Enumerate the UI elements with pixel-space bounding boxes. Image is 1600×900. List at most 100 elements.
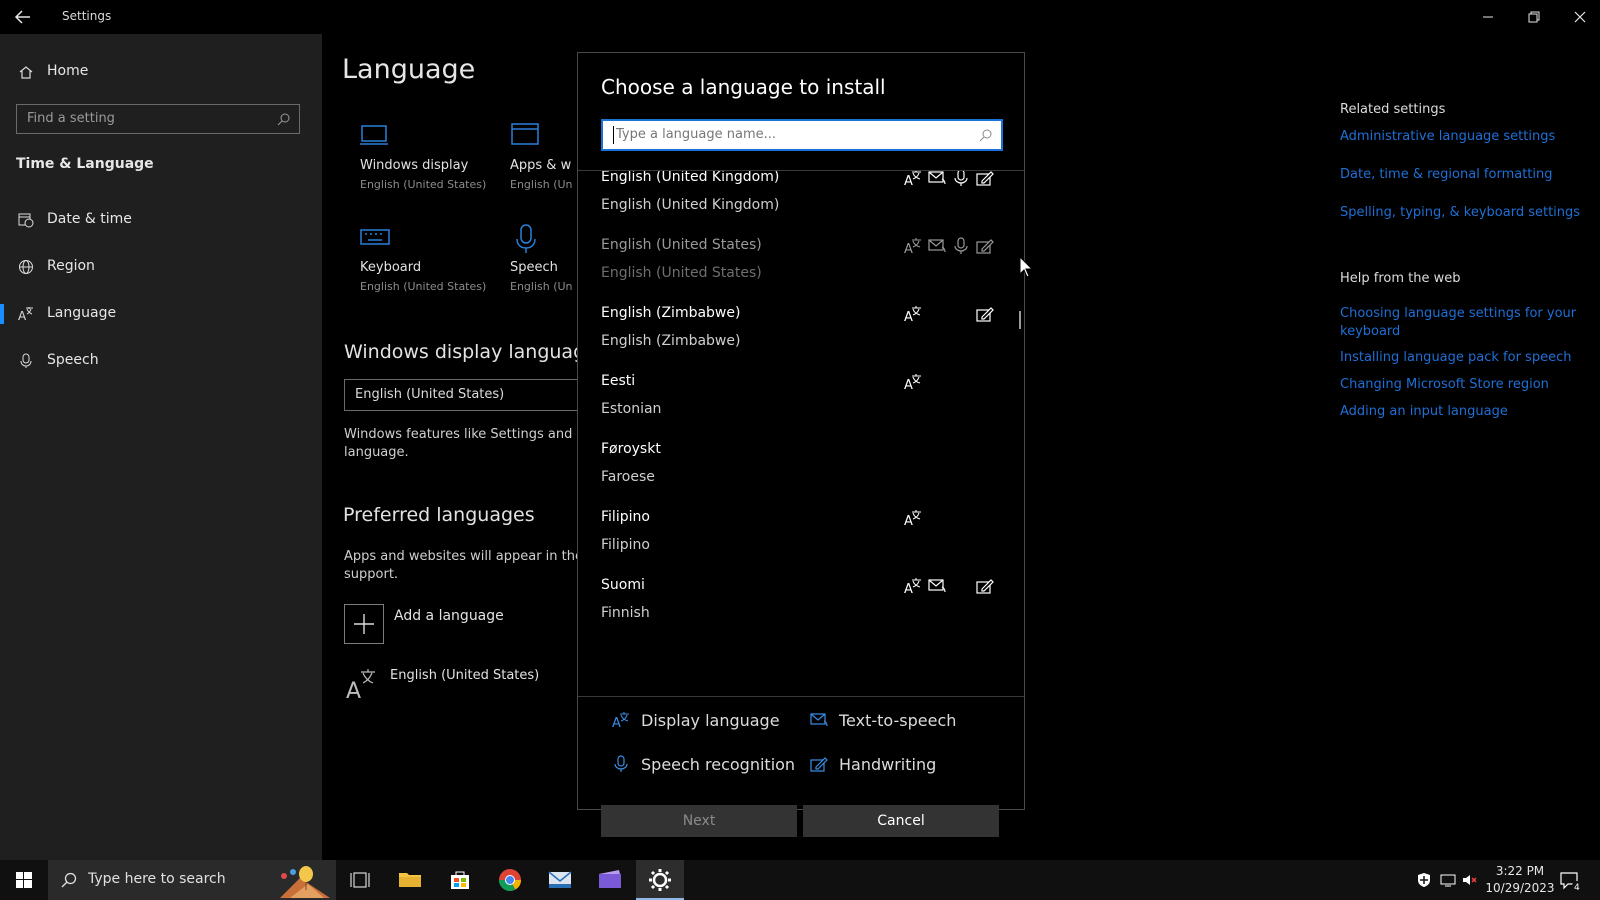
restore-button[interactable] [1522,6,1546,28]
link-language-pack-speech[interactable]: Installing language pack for speech [1340,350,1571,365]
svg-text:A: A [904,378,913,391]
list-item[interactable]: Eesti Estonian A [578,373,1024,441]
network-icon[interactable] [1440,872,1456,888]
display-language-desc: Windows features like Settings and Fil l… [344,426,590,462]
preferred-language-name[interactable]: English (United States) [390,668,539,683]
handwriting-icon [976,577,994,595]
chrome-button[interactable] [486,860,534,900]
settings-app-button[interactable] [636,860,684,900]
window-icon [510,122,540,148]
list-item[interactable]: English (United States) English (United S… [578,237,1024,305]
sidebar-item-region[interactable]: Region [0,251,322,283]
tile-speech[interactable]: Speech English (Uni [472,218,572,308]
add-language-label[interactable]: Add a language [394,608,504,624]
display-language-dropdown[interactable]: English (United States) [344,379,584,411]
display-language-heading: Windows display language [344,341,597,363]
sidebar-item-speech[interactable]: Speech [0,345,322,377]
minimize-button[interactable] [1476,6,1500,28]
language-english-name: Filipino [601,537,650,553]
home-icon [18,64,34,80]
language-english-name: Estonian [601,401,662,417]
link-choosing-language-settings-cont[interactable]: keyboard [1340,324,1400,339]
display-language-icon: A [904,373,922,391]
section-title: Time & Language [16,156,154,172]
sidebar-item-label: Region [47,258,95,274]
language-icon: A [18,306,34,322]
task-view-button[interactable] [336,860,384,900]
language-native-name: Eesti [601,373,636,389]
sidebar-item-home[interactable]: Home [0,56,322,88]
svg-text:A: A [904,242,913,255]
legend-label: Display language [641,711,780,730]
action-center-button[interactable]: 4 [1560,871,1582,891]
page-title: Language [342,54,476,85]
scrollbar-thumb[interactable] [1019,311,1021,329]
volume-muted-icon[interactable] [1462,872,1478,888]
close-button[interactable] [1568,6,1592,28]
tile-name: Keyboard [360,260,422,275]
clock-calendar-icon [18,212,34,228]
preferred-languages-heading: Preferred languages [343,504,535,526]
clapperboard-icon [599,870,621,888]
svg-text:A: A [18,309,27,322]
back-arrow-icon[interactable] [12,6,34,28]
next-button[interactable]: Next [601,805,797,837]
system-clock[interactable]: 3:22 PM 10/29/2023 [1482,863,1558,897]
language-native-name: English (United Kingdom) [601,171,780,185]
language-native-name: Suomi [601,577,645,593]
tile-subtitle: English (Uni [510,178,572,191]
notification-count: 4 [1574,883,1580,891]
list-item[interactable]: Suomi Finnish A [578,577,1024,645]
link-spelling-typing[interactable]: Spelling, typing, & keyboard settings [1340,205,1580,220]
tile-keyboard[interactable]: Keyboard English (United States) [322,218,486,308]
add-language-button[interactable] [344,604,384,644]
svg-text:A: A [612,716,621,729]
file-explorer-button[interactable] [386,860,434,900]
tile-name: Windows display [360,158,469,173]
list-item[interactable]: English (Zimbabwe) English (Zimbabwe) A [578,305,1024,373]
list-item[interactable]: Føroyskt Faroese [578,441,1024,509]
defender-shield-icon[interactable] [1416,872,1432,888]
keyboard-icon [360,224,390,250]
legend-label: Handwriting [839,755,937,774]
gear-icon [649,869,671,891]
divider [578,696,1024,697]
language-search-input[interactable]: Type a language name... [601,119,1003,151]
chrome-icon [499,869,521,891]
text-to-speech-icon [928,171,946,187]
speech-recognition-icon [612,755,630,773]
text-caret [613,126,614,144]
list-item[interactable]: English (United Kingdom) English (United … [578,171,1024,237]
tile-name: Speech [510,260,558,275]
find-setting-input[interactable]: Find a setting [16,104,300,134]
display-language-icon: A [904,509,922,527]
language-native-name: English (United States) [601,237,762,253]
link-choosing-language-settings[interactable]: Choosing language settings for your [1340,306,1576,321]
list-item[interactable]: Filipino Filipino A [578,509,1024,577]
handwriting-icon [976,305,994,323]
legend-label: Speech recognition [641,755,796,774]
tile-apps-websites[interactable]: Apps & we English (Uni [472,116,572,206]
start-button[interactable] [0,860,48,900]
tile-name: Apps & we [510,158,572,173]
svg-text:A: A [904,310,913,323]
sidebar-item-date-time[interactable]: Date & time [0,204,322,236]
link-administrative-language[interactable]: Administrative language settings [1340,129,1555,144]
mail-app-button[interactable] [536,860,584,900]
link-date-time-formatting[interactable]: Date, time & regional formatting [1340,167,1553,182]
microsoft-store-button[interactable] [436,860,484,900]
microphone-icon [512,224,542,253]
legend-label: Text-to-speech [839,711,957,730]
tile-windows-display[interactable]: Windows display English (United States) [322,116,486,206]
taskbar-search-box[interactable]: Type here to search [48,860,336,900]
link-adding-input-language[interactable]: Adding an input language [1340,404,1508,419]
link-store-region[interactable]: Changing Microsoft Store region [1340,377,1549,392]
folder-icon [399,873,421,887]
sidebar-item-language[interactable]: A Language [0,298,322,330]
language-english-name: English (Zimbabwe) [601,333,741,349]
text-to-speech-icon [928,577,946,595]
cancel-button[interactable]: Cancel [803,805,999,837]
video-editor-button[interactable] [586,860,634,900]
svg-text:A: A [346,679,361,700]
search-highlight-illustration-icon [260,864,330,898]
